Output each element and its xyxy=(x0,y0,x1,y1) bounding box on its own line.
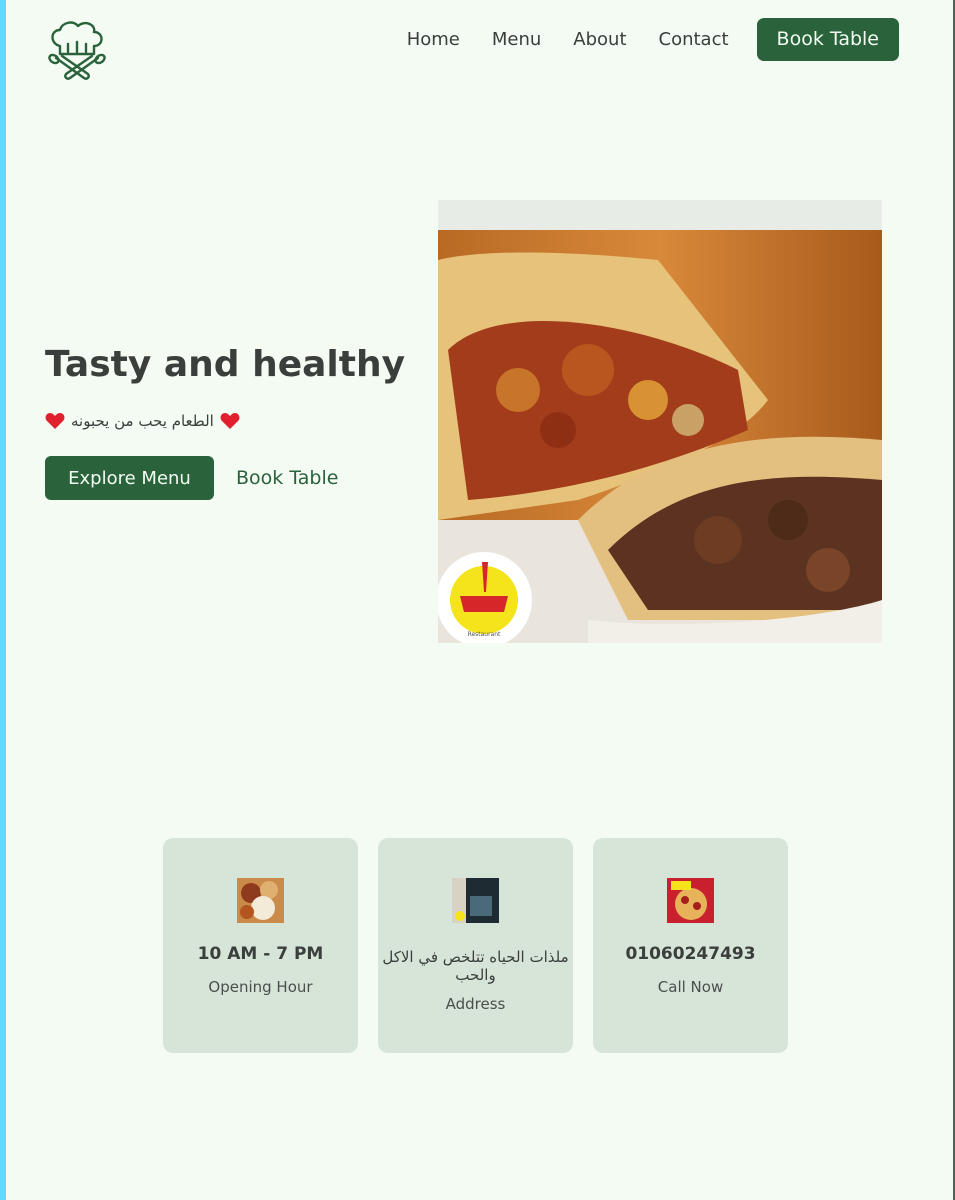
hero-food-image: Restaurant xyxy=(438,200,882,643)
pizza-thumbnail xyxy=(667,878,714,923)
main-nav: Home Menu About Contact Book Table xyxy=(375,18,899,61)
phone-number-value[interactable]: 01060247493 xyxy=(593,944,788,964)
heart-icon xyxy=(220,413,240,429)
call-now-label[interactable]: Call Now xyxy=(593,978,788,996)
info-card-address: ملذات الحياه تتلخص في الاكل والحب Addres… xyxy=(378,838,573,1053)
nav-link-home[interactable]: Home xyxy=(407,29,460,50)
chef-hat-utensils-icon[interactable] xyxy=(44,18,110,84)
opening-hours-value: 10 AM - 7 PM xyxy=(197,944,324,964)
info-card-phone: 01060247493 Call Now xyxy=(593,838,788,1053)
nav-link-menu[interactable]: Menu xyxy=(492,29,541,50)
address-label: Address xyxy=(445,995,506,1013)
left-accent-strip xyxy=(0,0,6,1200)
image-logo-text: Restaurant xyxy=(468,631,501,638)
heart-icon xyxy=(45,413,65,429)
info-card-hours: 10 AM - 7 PM Opening Hour xyxy=(163,838,358,1053)
nav-link-contact[interactable]: Contact xyxy=(659,29,729,50)
hero-book-table-link[interactable]: Book Table xyxy=(236,456,338,500)
nav-link-about[interactable]: About xyxy=(573,29,626,50)
restaurant-thumbnail xyxy=(452,878,499,923)
explore-menu-button[interactable]: Explore Menu xyxy=(45,456,214,500)
address-value: ملذات الحياه تتلخص في الاكل والحب xyxy=(382,948,569,984)
site-header: Home Menu About Contact Book Table xyxy=(0,0,955,90)
food-thumbnail xyxy=(237,878,284,923)
hero-tagline: الطعام يحب من يحبونه xyxy=(45,412,240,430)
opening-hours-label: Opening Hour xyxy=(208,978,313,996)
hero-title: Tasty and healthy xyxy=(45,344,406,385)
book-table-button[interactable]: Book Table xyxy=(756,18,899,61)
tagline-text: الطعام يحب من يحبونه xyxy=(71,412,214,430)
